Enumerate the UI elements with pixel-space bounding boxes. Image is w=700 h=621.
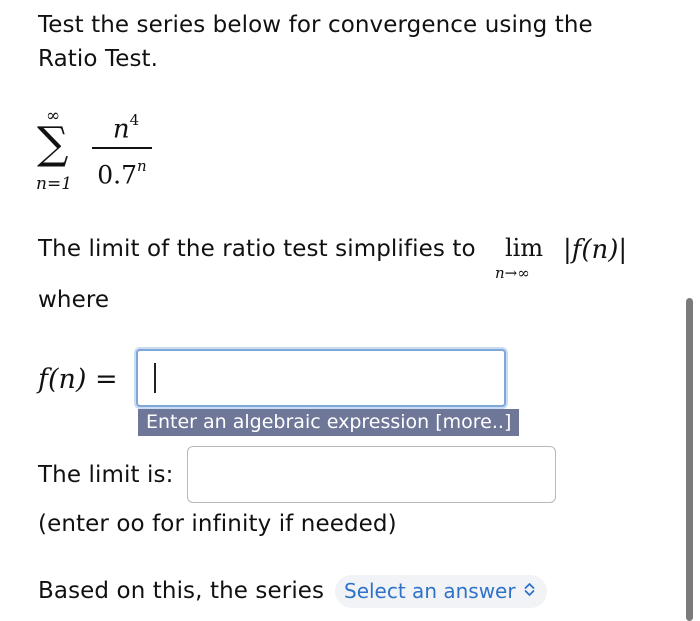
limit-label: The limit is:	[38, 462, 174, 488]
sigma-symbol: ∑	[37, 118, 69, 169]
fraction-bar	[92, 147, 152, 149]
fn-label: f(n) =	[38, 364, 118, 395]
sum-lower-limit: n=1	[36, 174, 73, 194]
denominator-exponent: n	[137, 157, 147, 175]
limit-statement-text: The limit of the ratio test simplifies t…	[38, 236, 476, 262]
input-hint-tooltip[interactable]: Enter an algebraic expression [more..]	[138, 409, 520, 436]
denominator-base: 0.7	[97, 160, 138, 190]
infinity-note: (enter oo for infinity if needed)	[38, 511, 397, 537]
numerator-exponent: 4	[129, 111, 140, 129]
lim-operator: lim	[505, 234, 544, 262]
sum-upper-limit: ∞	[46, 106, 61, 126]
limit-input[interactable]	[187, 446, 556, 503]
answer-select[interactable]: Select an answer	[335, 575, 547, 608]
chevron-updown-icon	[524, 574, 535, 607]
scrollbar-thumb[interactable]	[686, 298, 693, 621]
answer-select-label: Select an answer	[344, 579, 516, 603]
numerator-base: n	[112, 114, 130, 145]
fraction-denominator: 0.7n	[90, 152, 154, 192]
where-text: where	[38, 287, 110, 313]
lim-expression: |f(n)|	[563, 235, 628, 265]
lim-subscript: n→∞	[495, 264, 530, 282]
question-prompt: Test the series below for convergence us…	[38, 12, 593, 72]
text-caret	[154, 363, 156, 393]
conclusion-text: Based on this, the series	[38, 578, 325, 604]
fn-input[interactable]	[136, 349, 506, 407]
fraction-numerator: n4	[96, 106, 156, 147]
